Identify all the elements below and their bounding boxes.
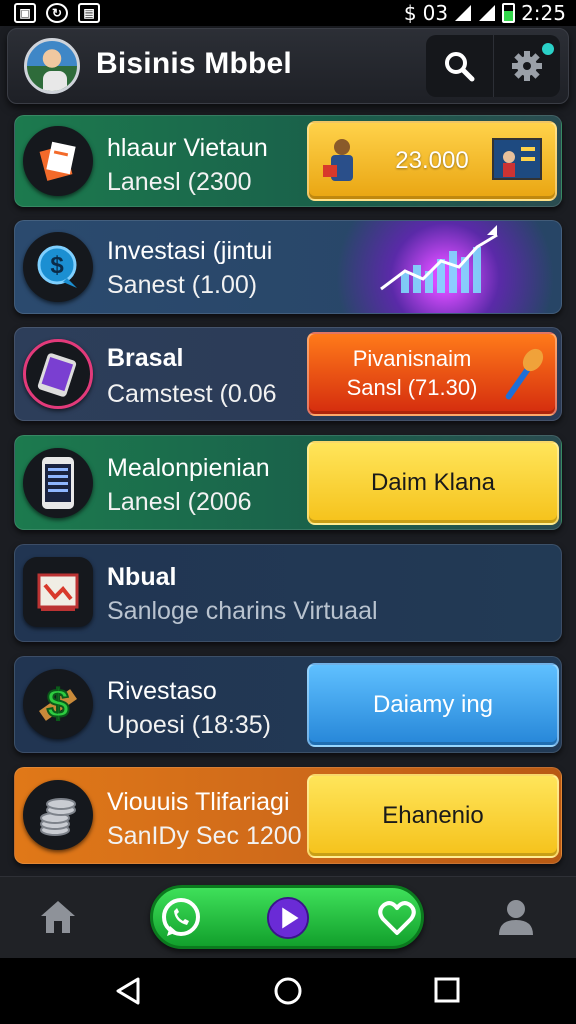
network-label: 03 — [422, 1, 449, 25]
home-system-button[interactable] — [273, 976, 303, 1011]
home-icon — [41, 901, 75, 933]
value-button[interactable]: 23.000 — [307, 121, 557, 201]
action-button[interactable]: Pivanisnaim Sansl (71.30) — [307, 332, 557, 416]
coins-icon — [23, 780, 93, 850]
card-subtitle: Lanesl (2006 — [107, 488, 252, 516]
card-subtitle: Upoesi (18:35) — [107, 711, 271, 739]
app-screen: ▣ ↻ ▤ $ 03 2:25 Bisinis Mbbel hlaaur Vie… — [0, 0, 576, 1024]
growth-chart-illustration — [301, 221, 561, 313]
card-subtitle: SanIDy Sec 1200 — [107, 822, 302, 850]
list-item[interactable]: Mealonpienian Lanesl (2006 Daim Klana — [14, 435, 562, 530]
user-icon — [499, 900, 533, 935]
recents-button[interactable] — [433, 976, 461, 1009]
smartphone-icon — [23, 339, 93, 409]
header-actions — [426, 35, 560, 97]
settings-button[interactable] — [492, 35, 561, 97]
card-title: Brasal — [107, 344, 184, 372]
file-icon: ▤ — [78, 3, 100, 23]
whatsapp-icon — [162, 898, 200, 936]
card-subtitle: Sanest (1.00) — [107, 271, 258, 299]
battery-icon — [502, 3, 516, 23]
phone-list-icon — [23, 448, 93, 518]
list-item[interactable]: $ Investasi (jintui Sanest (1.00) — [14, 220, 562, 314]
growth-chart-icon — [380, 225, 498, 293]
search-icon — [445, 52, 475, 82]
back-button[interactable] — [114, 976, 142, 1011]
whatsapp-button[interactable] — [159, 896, 203, 940]
list-item[interactable]: Viouuis Tlifariagi SanIDy Sec 1200 Ehane… — [14, 767, 562, 864]
value-label: 23.000 — [395, 147, 469, 174]
home-button[interactable] — [38, 897, 78, 942]
sync-icon: ↻ — [46, 3, 68, 23]
card-title: Viouuis Tlifariagi — [107, 788, 290, 816]
card-subtitle: Sanloge charins Virtuaal — [107, 597, 378, 625]
card-title: Mealonpienian — [107, 454, 270, 482]
profile-button[interactable] — [496, 897, 536, 942]
money-icon: $ — [403, 1, 417, 25]
action-pill — [150, 885, 424, 949]
card-subtitle: Lanesl (2300 — [107, 168, 252, 196]
signal-icon — [455, 5, 472, 21]
bottom-nav — [0, 876, 576, 958]
presentation-board-icon — [492, 138, 542, 180]
brush-icon — [505, 348, 544, 400]
dollar-icon: $ — [23, 669, 93, 739]
list-item[interactable]: Brasal Camstest (0.06 Pivanisnaim Sansl … — [14, 327, 562, 421]
action-button[interactable]: Daiamy ing — [307, 663, 559, 747]
list-item[interactable]: Nbual Sanloge charins Virtuaal — [14, 544, 562, 642]
dollar-chat-icon: $ — [23, 232, 93, 302]
chart-board-icon — [23, 557, 93, 627]
heart-icon — [378, 901, 416, 935]
card-title: Investasi (jintui — [107, 237, 273, 265]
businessman-icon — [323, 139, 353, 181]
list-item[interactable]: $ Rivestaso Upoesi (18:35) Daiamy ing — [14, 656, 562, 753]
search-button[interactable] — [426, 35, 493, 97]
signal-icon-2 — [479, 5, 496, 21]
app-header: Bisinis Mbbel — [7, 28, 569, 104]
back-icon — [116, 977, 140, 1005]
circle-home-icon — [274, 977, 302, 1005]
clock: 2:25 — [521, 1, 566, 25]
card-subtitle: Camstest (0.06 — [107, 380, 277, 408]
play-icon — [266, 896, 310, 940]
square-recents-icon — [434, 977, 460, 1003]
card-title: hlaaur Vietaun — [107, 134, 268, 162]
list-item[interactable]: hlaaur Vietaun Lanesl (2300 23.000 — [14, 115, 562, 207]
action-button[interactable]: Ehanenio — [307, 774, 559, 858]
card-title: Rivestaso — [107, 677, 217, 705]
notification-dot — [542, 43, 554, 55]
card-title: Nbual — [107, 563, 177, 591]
gallery-icon: ▣ — [14, 3, 36, 23]
svg-text:$: $ — [50, 252, 64, 279]
gear-icon — [511, 51, 542, 81]
action-label-line1: Pivanisnaim — [352, 346, 472, 372]
system-nav-bar — [0, 958, 576, 1024]
favorite-button[interactable] — [375, 896, 419, 940]
status-bar: ▣ ↻ ▤ $ 03 2:25 — [0, 0, 576, 26]
svg-text:$: $ — [47, 682, 69, 726]
action-label-line2: Sansl (71.30) — [346, 375, 478, 400]
play-button[interactable] — [266, 896, 310, 940]
avatar[interactable] — [24, 38, 80, 94]
documents-icon — [23, 126, 93, 196]
action-button[interactable]: Daim Klana — [307, 441, 559, 525]
app-title: Bisinis Mbbel — [96, 47, 292, 80]
